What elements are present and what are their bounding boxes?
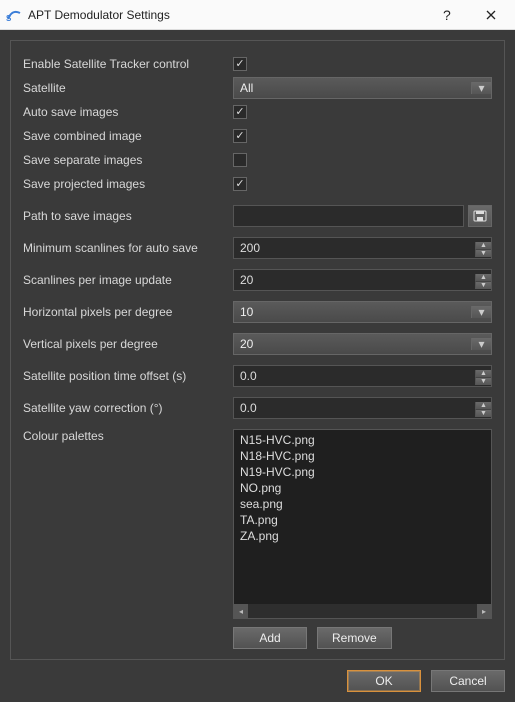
close-button[interactable]: [469, 0, 513, 30]
hpix-combo[interactable]: 10: [233, 301, 492, 323]
save-separate-checkbox[interactable]: [233, 153, 247, 167]
svg-text:S: S: [6, 14, 12, 23]
scroll-track[interactable]: [248, 604, 477, 618]
list-item[interactable]: NO.png: [236, 480, 489, 496]
save-icon: [473, 210, 487, 222]
scan-per-update-input[interactable]: [233, 269, 492, 291]
vpix-combo[interactable]: 20: [233, 333, 492, 355]
client-area: Enable Satellite Tracker control Satelli…: [0, 30, 515, 702]
satellite-combo[interactable]: All: [233, 77, 492, 99]
add-button[interactable]: Add: [233, 627, 307, 649]
scroll-left-icon[interactable]: ◂: [234, 604, 248, 618]
browse-button[interactable]: [468, 205, 492, 227]
spin-down[interactable]: ▼: [475, 378, 491, 385]
time-offset-label: Satellite position time offset (s): [23, 369, 233, 383]
spin-up[interactable]: ▲: [475, 370, 491, 378]
spin-down[interactable]: ▼: [475, 410, 491, 417]
app-icon: S: [6, 7, 22, 23]
hpix-label: Horizontal pixels per degree: [23, 305, 233, 319]
scroll-right-icon[interactable]: ▸: [477, 604, 491, 618]
remove-button[interactable]: Remove: [317, 627, 392, 649]
yaw-input[interactable]: [233, 397, 492, 419]
vpix-label: Vertical pixels per degree: [23, 337, 233, 351]
path-label: Path to save images: [23, 209, 233, 223]
spin-down[interactable]: ▼: [475, 282, 491, 289]
save-combined-label: Save combined image: [23, 129, 233, 143]
spin-up[interactable]: ▲: [475, 274, 491, 282]
help-button[interactable]: ?: [425, 0, 469, 30]
svg-text:?: ?: [443, 8, 451, 22]
auto-save-label: Auto save images: [23, 105, 233, 119]
list-item[interactable]: N19-HVC.png: [236, 464, 489, 480]
palettes-label: Colour palettes: [23, 429, 233, 443]
save-combined-checkbox[interactable]: [233, 129, 247, 143]
time-offset-input[interactable]: [233, 365, 492, 387]
scan-per-update-label: Scanlines per image update: [23, 273, 233, 287]
list-item[interactable]: ZA.png: [236, 528, 489, 544]
satellite-label: Satellite: [23, 81, 233, 95]
enable-tracker-checkbox[interactable]: [233, 57, 247, 71]
spin-up[interactable]: ▲: [475, 242, 491, 250]
save-projected-checkbox[interactable]: [233, 177, 247, 191]
yaw-label: Satellite yaw correction (°): [23, 401, 233, 415]
auto-save-checkbox[interactable]: [233, 105, 247, 119]
palettes-listbox[interactable]: N15-HVC.pngN18-HVC.pngN19-HVC.pngNO.pngs…: [233, 429, 492, 619]
save-separate-label: Save separate images: [23, 153, 233, 167]
path-input[interactable]: [233, 205, 464, 227]
settings-frame: Enable Satellite Tracker control Satelli…: [10, 40, 505, 660]
save-projected-label: Save projected images: [23, 177, 233, 191]
cancel-button[interactable]: Cancel: [431, 670, 505, 692]
min-scanlines-label: Minimum scanlines for auto save: [23, 241, 233, 255]
ok-button[interactable]: OK: [347, 670, 421, 692]
spin-down[interactable]: ▼: [475, 250, 491, 257]
titlebar: S APT Demodulator Settings ?: [0, 0, 515, 30]
list-item[interactable]: N18-HVC.png: [236, 448, 489, 464]
list-item[interactable]: sea.png: [236, 496, 489, 512]
list-item[interactable]: N15-HVC.png: [236, 432, 489, 448]
min-scanlines-input[interactable]: [233, 237, 492, 259]
horizontal-scrollbar[interactable]: ◂ ▸: [234, 604, 491, 618]
list-item[interactable]: TA.png: [236, 512, 489, 528]
spin-up[interactable]: ▲: [475, 402, 491, 410]
enable-tracker-label: Enable Satellite Tracker control: [23, 57, 233, 71]
window-title: APT Demodulator Settings: [28, 8, 425, 22]
